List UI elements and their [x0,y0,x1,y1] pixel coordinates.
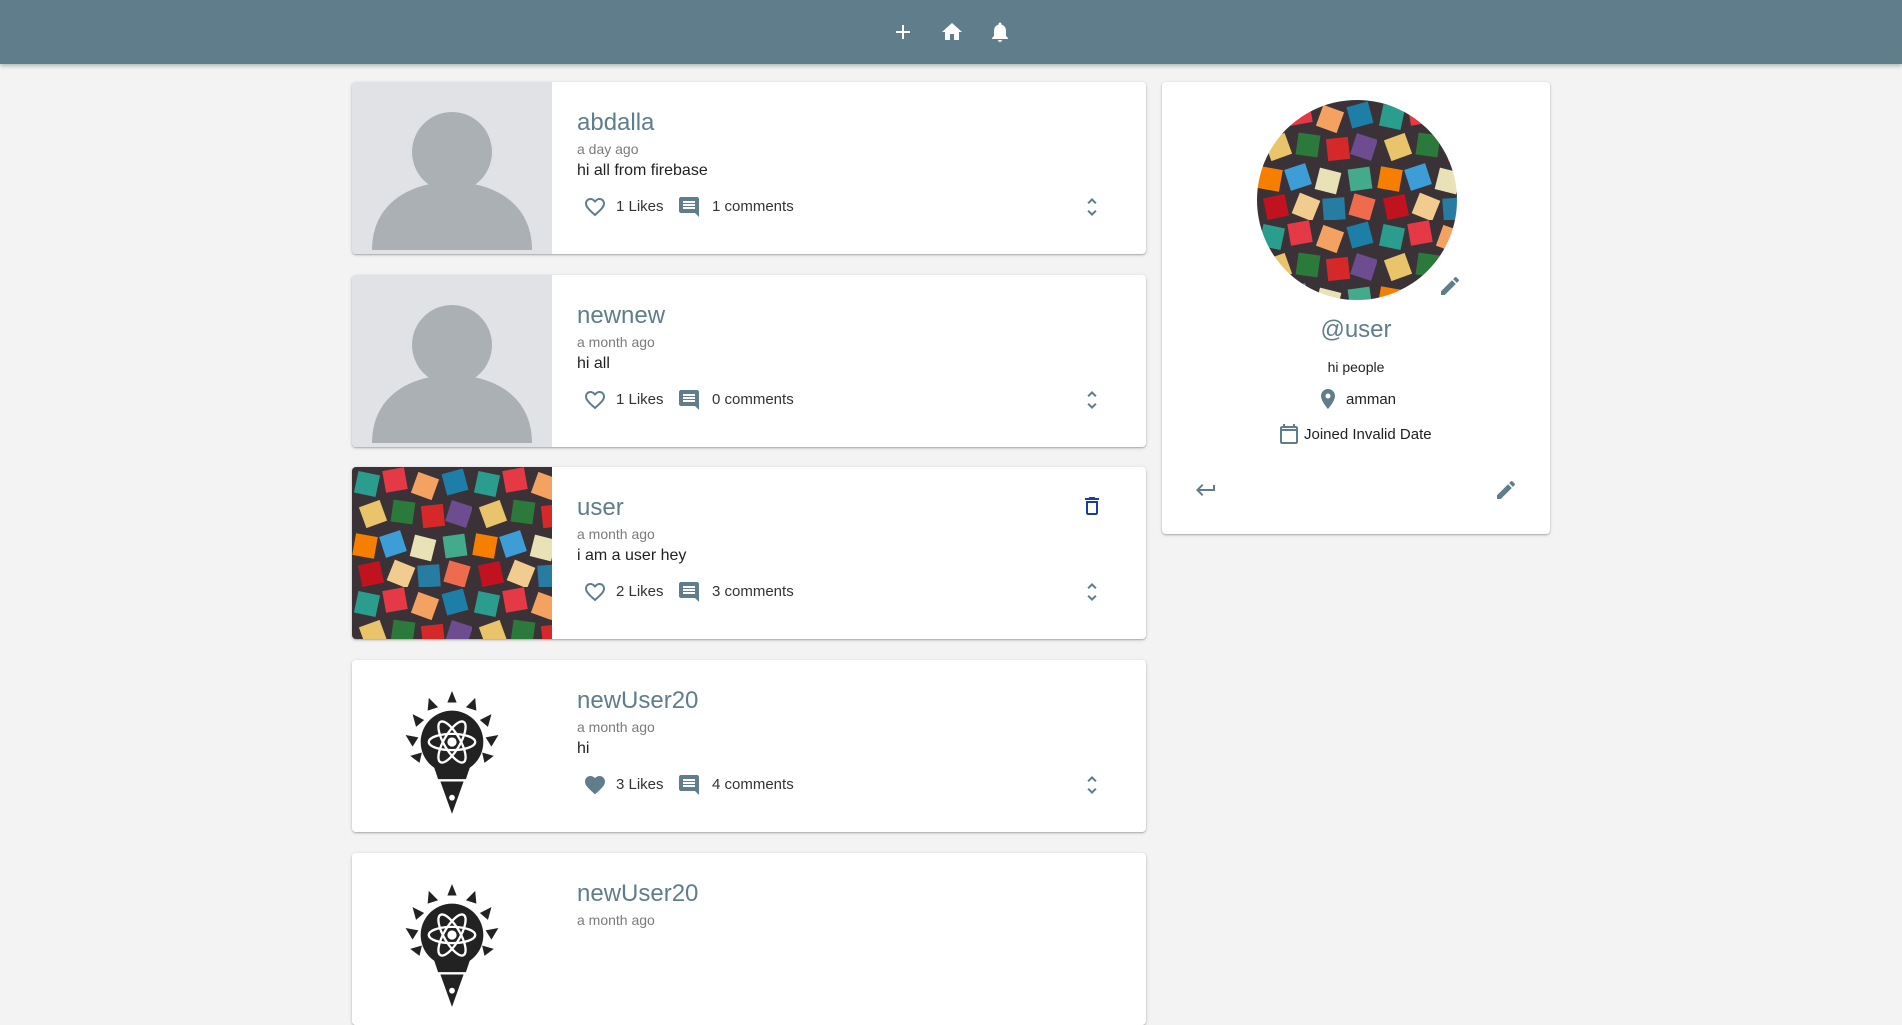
post-user-image [352,467,552,639]
emblem-image [404,882,500,1009]
pencil-icon [1497,480,1516,499]
profile-avatar [1257,100,1457,300]
calendar-icon [1280,424,1298,444]
likes-count: 1 Likes [616,198,664,215]
post-handle-link[interactable]: newUser20 [577,880,698,908]
like-button[interactable] [583,388,607,412]
heart-outline-icon [585,583,605,602]
comments-button[interactable] [677,580,701,604]
likes-count: 2 Likes [616,583,664,600]
post-handle-link[interactable]: newUser20 [577,687,698,715]
home-icon [942,23,962,40]
comments-count: 0 comments [712,391,794,408]
comments-count: 3 comments [712,583,794,600]
post-body: i am a user hey [577,547,687,564]
post-handle-link[interactable]: user [577,494,624,522]
keyboard-return-icon [1196,484,1215,496]
pencil-icon [1441,276,1460,295]
edit-profile-button[interactable] [1494,478,1518,502]
post-handle-link[interactable]: newnew [577,302,665,330]
comment-icon [679,582,699,602]
colored-blocks-image [352,467,552,639]
likes-count: 1 Likes [616,391,664,408]
like-button[interactable] [583,580,607,604]
comments-button[interactable] [677,773,701,797]
comment-icon [679,197,699,217]
unfold-more-icon [1087,198,1097,216]
heart-outline-icon [585,391,605,410]
comments-count: 1 comments [712,198,794,215]
post-timestamp: a day ago [577,141,639,157]
delete-post-button[interactable] [1080,494,1104,518]
comments-button[interactable] [677,195,701,219]
post-user-image [352,853,552,1025]
post-body: hi all from firebase [577,162,708,179]
default-avatar-icon [372,305,532,443]
post-body: hi all [577,355,610,372]
post-handle-link[interactable]: abdalla [577,109,654,137]
bell-icon [992,22,1008,42]
add-post-button[interactable] [889,18,917,46]
comment-icon [679,390,699,410]
notifications-button[interactable] [986,18,1014,46]
like-button[interactable] [583,195,607,219]
colored-blocks-image [1257,100,1457,300]
post-card: newnew a month ago hi all 1 Likes 0 comm… [352,275,1146,447]
logout-button[interactable] [1194,478,1218,502]
profile-joined-text: Joined Invalid Date [1304,426,1432,443]
post-user-image [352,82,552,254]
profile-bio: hi people [1327,359,1385,375]
unfold-more-icon [1087,391,1097,409]
unfold-more-icon [1087,776,1097,794]
unlike-button[interactable] [583,773,607,797]
expand-post-button[interactable] [1080,388,1104,412]
profile-card: @user hi people amman Joined Invalid Dat… [1162,82,1550,534]
post-user-image [352,660,552,832]
post-card: newUser20 a month ago [352,853,1146,1025]
profile-handle-link[interactable]: @user [1162,316,1550,344]
post-card: abdalla a day ago hi all from firebase 1… [352,82,1146,254]
unfold-more-icon [1087,583,1097,601]
post-timestamp: a month ago [577,719,655,735]
expand-post-button[interactable] [1080,195,1104,219]
top-app-bar [0,0,1902,64]
post-timestamp: a month ago [577,912,655,928]
profile-location-text: amman [1346,391,1397,408]
default-avatar-icon [372,112,532,250]
post-card: user a month ago i am a user hey 2 Likes… [352,467,1146,639]
expand-post-button[interactable] [1080,580,1104,604]
post-user-image [352,275,552,447]
post-card: newUser20 a month ago hi 3 Likes 4 comme… [352,660,1146,832]
home-button[interactable] [938,18,966,46]
comment-icon [679,775,699,795]
heart-filled-icon [585,776,605,795]
expand-post-button[interactable] [1080,773,1104,797]
edit-avatar-button[interactable] [1438,274,1462,298]
location-pin-icon [1321,389,1335,409]
likes-count: 3 Likes [616,776,664,793]
emblem-image [404,689,500,816]
heart-outline-icon [585,198,605,217]
comments-count: 4 comments [712,776,794,793]
comments-button[interactable] [677,388,701,412]
post-timestamp: a month ago [577,334,655,350]
trash-icon [1085,497,1099,515]
plus-icon [896,25,910,39]
post-timestamp: a month ago [577,526,655,542]
post-body: hi [577,740,590,757]
